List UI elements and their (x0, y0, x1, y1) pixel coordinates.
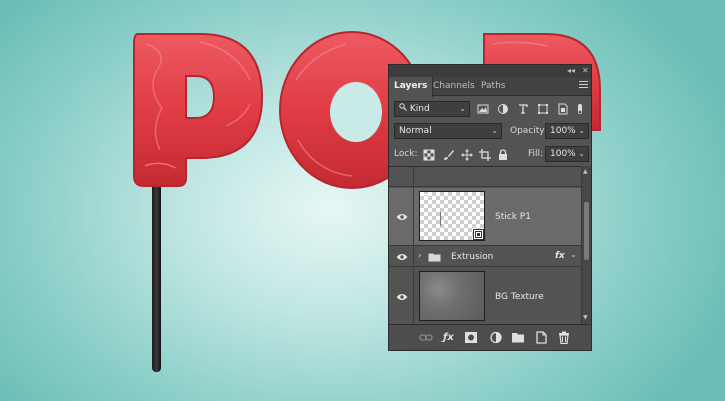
layer-name[interactable]: Stick P1 (495, 211, 531, 223)
search-icon (399, 102, 407, 116)
scroll-up-icon[interactable]: ▲ (583, 168, 588, 175)
folder-icon (428, 252, 441, 265)
filter-type-layers-icon[interactable] (517, 103, 529, 115)
blend-row: Normal ⌄ Opacity: 100% ⌄ (389, 122, 591, 142)
scrollbar-thumb[interactable] (584, 202, 589, 260)
close-panel-button[interactable]: ✕ (582, 66, 589, 76)
chevron-down-icon: ⌄ (578, 126, 585, 135)
new-adjustment-layer-icon[interactable] (489, 331, 503, 344)
lock-row: Lock: Lock: Fill: 100% ⌄ (389, 145, 591, 165)
opacity-label: Opacity: (510, 126, 547, 136)
fx-effects-icon[interactable]: fx (555, 250, 565, 262)
scroll-down-icon[interactable]: ▼ (583, 314, 588, 321)
lock-label: Lock: (394, 149, 418, 159)
layer-row-stick-p1[interactable]: Stick P1 (389, 188, 581, 246)
chevron-down-icon: ⌄ (491, 126, 498, 135)
filter-kind-value: Kind (409, 104, 430, 114)
tab-layers[interactable]: Layers (389, 77, 434, 97)
chevron-down-icon[interactable]: ⌄ (570, 250, 577, 259)
panel-bottom-toolbar: ƒx (389, 324, 591, 350)
opacity-input[interactable]: 100% ⌄ (545, 123, 589, 139)
link-layers-icon[interactable] (419, 331, 433, 344)
eye-visibility-icon[interactable] (396, 293, 408, 301)
blend-mode-select[interactable]: Normal ⌄ (394, 123, 502, 139)
new-layer-icon[interactable] (534, 331, 548, 344)
add-layer-style-fx-icon[interactable]: ƒx (443, 331, 457, 344)
layers-list[interactable]: Stick P1 › Extrusion fx ⌄ BG Texture (389, 166, 591, 324)
panel-menu-icon[interactable] (579, 81, 588, 90)
layers-panel: ◂◂ ✕ Layers Channels Paths Kind ⌄ Normal… (388, 64, 592, 351)
filter-adjustment-layers-icon[interactable] (497, 103, 509, 115)
collapse-panel-button[interactable]: ◂◂ (567, 66, 575, 76)
tab-paths[interactable]: Paths (476, 77, 510, 96)
blend-mode-value: Normal (399, 126, 432, 136)
lock-transparent-pixels-icon[interactable] (423, 149, 435, 161)
layers-scrollbar[interactable]: ▲ ▼ (581, 166, 591, 324)
delete-layer-trash-icon[interactable] (557, 331, 571, 345)
filter-shape-layers-icon[interactable] (537, 103, 549, 115)
filter-row: Kind ⌄ (389, 99, 591, 119)
letter-p-candy (133, 33, 264, 187)
chevron-down-icon: ⌄ (459, 104, 466, 113)
opacity-value: 100% (550, 126, 576, 136)
layer-row-extrusion[interactable]: › Extrusion fx ⌄ (389, 247, 581, 267)
fill-label: Fill: (528, 149, 544, 159)
lollipop-stick (152, 168, 161, 372)
lock-position-move-icon[interactable] (461, 149, 473, 161)
panel-tabs: Layers Channels Paths (389, 77, 591, 97)
eye-visibility-icon[interactable] (396, 253, 408, 261)
new-group-folder-icon[interactable] (511, 331, 525, 344)
fill-input[interactable]: 100% ⌄ (545, 146, 589, 162)
layer-thumbnail[interactable] (419, 271, 485, 321)
lock-artboard-crop-icon[interactable] (479, 149, 491, 161)
layer-row-bg-texture[interactable]: BG Texture (389, 268, 581, 324)
lock-image-pixels-brush-icon[interactable] (443, 149, 455, 161)
canvas-artwork (133, 31, 601, 372)
chevron-right-icon[interactable]: › (418, 251, 422, 261)
lock-all-padlock-icon[interactable] (497, 149, 509, 161)
filter-smart-objects-icon[interactable] (557, 103, 569, 115)
layer-name[interactable]: BG Texture (495, 291, 544, 303)
smart-object-badge-icon (473, 229, 484, 240)
tab-channels[interactable]: Channels (428, 77, 480, 96)
layer-thumbnail[interactable] (419, 191, 485, 241)
filter-kind-select[interactable]: Kind ⌄ (394, 101, 470, 117)
fill-value: 100% (550, 149, 576, 159)
panel-title-strip: ◂◂ ✕ (389, 65, 591, 77)
eye-visibility-icon[interactable] (396, 213, 408, 221)
filter-pixel-layers-icon[interactable] (477, 103, 489, 115)
filter-toggle-icon[interactable] (575, 103, 585, 115)
layer-row-partial[interactable] (389, 167, 581, 187)
layer-name[interactable]: Extrusion (451, 251, 493, 263)
add-layer-mask-icon[interactable] (464, 331, 478, 344)
chevron-down-icon: ⌄ (578, 149, 585, 158)
